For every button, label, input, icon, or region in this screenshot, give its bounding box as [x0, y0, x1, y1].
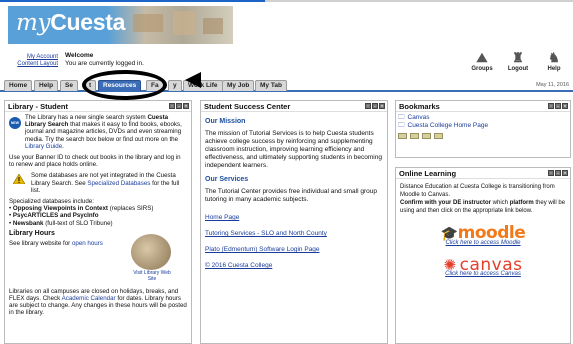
logout-icon: ♜ [512, 50, 524, 65]
transition-text: Distance Education at Cuesta College is … [400, 184, 555, 198]
open-hours-link[interactable]: open hours [72, 240, 103, 247]
logout-button[interactable]: ♜ Logout [503, 50, 533, 72]
bookmarks-panel-header: Bookmarks ▫ – × [396, 101, 570, 112]
bookmarks-title: Bookmarks [399, 102, 440, 111]
canvas-link[interactable]: Click here to access Canvas [400, 270, 566, 278]
library-panel-header: Library - Student ▫ – × [5, 101, 191, 112]
copyright-link[interactable]: © 2016 Cuesta College [205, 260, 383, 271]
plato-login-link[interactable]: Plato (Edmentum) Software Login Page [205, 244, 383, 255]
moodle-link[interactable]: Click here to access Moodle [400, 239, 566, 247]
tab-se[interactable]: Se [60, 80, 78, 91]
current-date: May 11, 2016 [536, 82, 569, 88]
library-building-image[interactable] [131, 233, 171, 270]
logo-name: Cuesta [50, 9, 126, 35]
library-website-link[interactable]: Visit Library Web Site [129, 270, 175, 282]
services-heading: Our Services [205, 176, 249, 183]
folder-icon: 🗀 [398, 122, 405, 129]
online-panel-header: Online Learning ▫ – × [396, 168, 570, 179]
bookmark-tools [396, 133, 570, 139]
bookmark-cuesta-home[interactable]: 🗀 Cuesta College Home Page [396, 122, 570, 130]
spec-title: Specialized databases include: [9, 198, 94, 206]
library-guide-link[interactable]: Library Guide [25, 143, 62, 150]
ssc-panel-header: Student Success Center ▫ – × [201, 101, 387, 112]
tutoring-services-link[interactable]: Tutoring Services - SLO and North County [205, 228, 383, 239]
home-page-link[interactable]: Home Page [205, 212, 383, 223]
bookmark-canvas[interactable]: 🗀 Canvas [396, 114, 570, 122]
student-success-panel: Student Success Center ▫ – × Our Mission T… [200, 100, 388, 344]
ssc-title: Student Success Center [204, 102, 291, 111]
groups-icon: ⛰ [476, 50, 488, 65]
tab-my-job[interactable]: My Job [222, 80, 255, 91]
tab-home[interactable]: Home [4, 80, 33, 91]
list-item: • PsycARTICLES and PsycInfo [9, 212, 99, 220]
content-layout-link[interactable]: Content Layout [6, 61, 58, 68]
close-icon[interactable]: × [379, 103, 385, 109]
focus-icon[interactable]: ▫ [169, 103, 175, 109]
folder-icon: 🗀 [398, 114, 405, 121]
close-icon[interactable]: × [562, 170, 568, 176]
focus-icon[interactable]: ▫ [548, 170, 554, 176]
warning-icon [13, 174, 25, 185]
specialized-databases-link[interactable]: Specialized Databases [87, 180, 150, 187]
logo-my: my [16, 10, 51, 36]
online-learning-panel: Online Learning ▫ – × Distance Education a… [395, 167, 571, 344]
library-intro: The Library has a new single search syst… [25, 114, 182, 150]
welcome-message: You are currently logged in. [65, 60, 144, 67]
welcome-title: Welcome [65, 52, 94, 59]
mission-text: The mission of Tutorial Services is to h… [205, 130, 382, 169]
online-title: Online Learning [399, 169, 457, 178]
help-icon: ♞ [548, 50, 560, 65]
hours-text: See library website for open hours [9, 240, 103, 248]
focus-icon[interactable]: ▫ [365, 103, 371, 109]
spec-list: • Opposing Viewpoints in Context (replac… [9, 205, 187, 227]
groups-button[interactable]: ⛰ Groups [467, 50, 497, 72]
academic-calendar-link[interactable]: Academic Calendar [62, 295, 116, 302]
services-text: The Tutorial Center provides free indivi… [205, 188, 377, 203]
instructions-text: Confirm with your DE instructor which pl… [400, 200, 566, 214]
minimize-icon[interactable]: – [555, 170, 561, 176]
tab-help[interactable]: Help [34, 80, 59, 91]
folder-add-icon[interactable] [422, 133, 431, 139]
header: myCuesta [0, 2, 573, 46]
focus-icon[interactable]: ▫ [548, 103, 554, 109]
close-icon[interactable]: × [183, 103, 189, 109]
add-bookmark-icon[interactable] [398, 133, 407, 139]
minimize-icon[interactable]: – [176, 103, 182, 109]
edit-bookmark-icon[interactable] [410, 133, 419, 139]
list-item: • Opposing Viewpoints in Context (replac… [9, 205, 154, 213]
canvas-logo[interactable]: ✺ canvas [400, 256, 566, 274]
manage-bookmark-icon[interactable] [434, 133, 443, 139]
pointer-arrow [185, 72, 201, 88]
list-item: • Newsbank (full-text of SLO Tribune) [9, 219, 113, 227]
minimize-icon[interactable]: – [555, 103, 561, 109]
closing-notice: Libraries on all campuses are closed on … [9, 287, 187, 317]
new-badge-icon: NEW [9, 117, 21, 129]
library-title: Library - Student [8, 102, 69, 111]
account-row: My Account Content Layout Welcome You ar… [0, 46, 573, 76]
moodle-logo[interactable]: 🎓moodle [400, 225, 566, 242]
library-panel: Library - Student ▫ – × NEW The Library ha… [4, 100, 192, 344]
tab-partial-2[interactable]: y [168, 80, 182, 91]
highlight-oval [82, 70, 167, 100]
canvas-icon: ✺ [443, 256, 457, 274]
bookmarks-panel: Bookmarks ▫ – × 🗀 Canvas 🗀 Cuesta College Ho… [395, 100, 571, 158]
banner-id-text: Use your Banner ID to check out books in… [9, 154, 181, 169]
mycuesta-logo[interactable]: myCuesta [8, 6, 233, 44]
tab-my-tab[interactable]: My Tab [255, 80, 287, 91]
databases-warning: Some databases are not yet integrated in… [31, 172, 180, 194]
mission-heading: Our Mission [205, 118, 246, 125]
my-account-link[interactable]: My Account [6, 54, 58, 61]
help-button[interactable]: ♞ Help [539, 50, 569, 72]
minimize-icon[interactable]: – [372, 103, 378, 109]
close-icon[interactable]: × [562, 103, 568, 109]
logo-banner-image [108, 6, 233, 44]
